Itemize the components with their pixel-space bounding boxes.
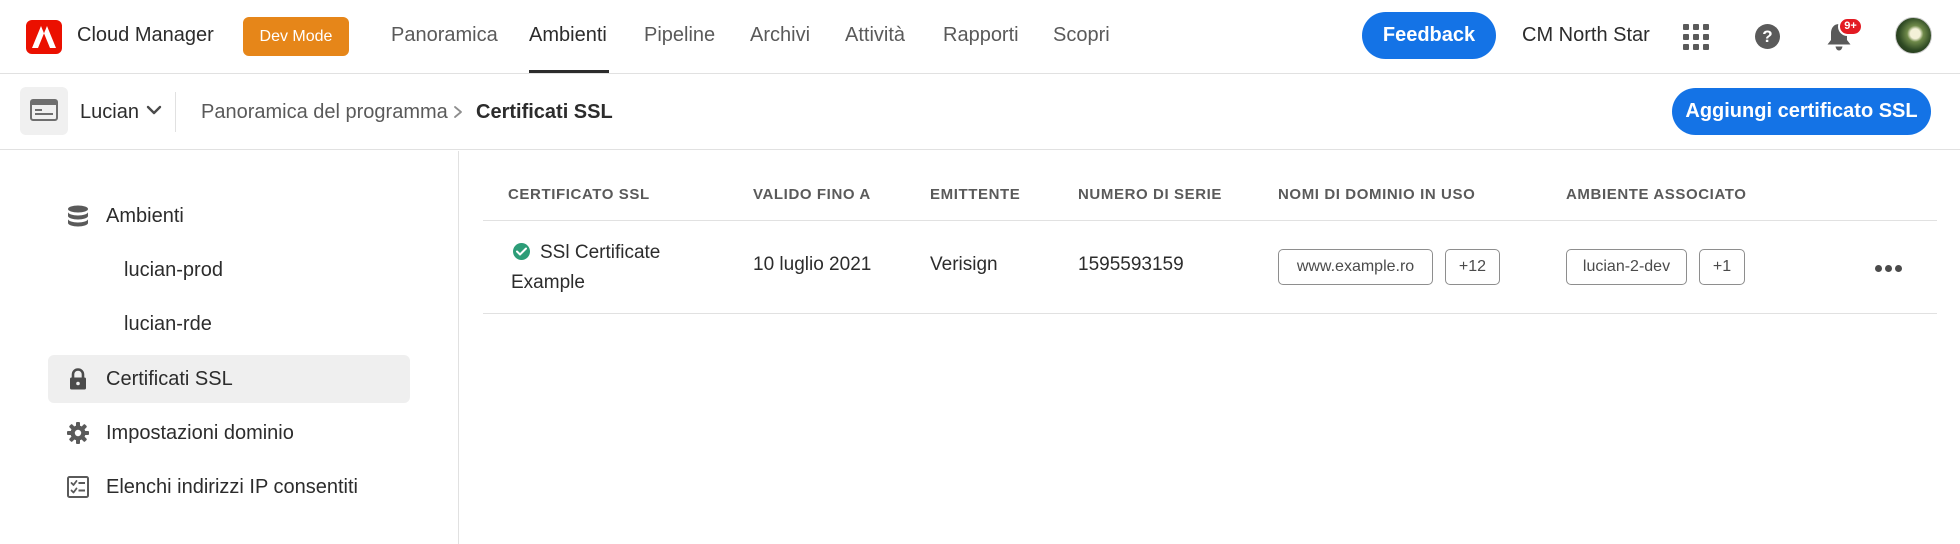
column-header-serial[interactable]: NUMERO DI SERIE: [1078, 186, 1222, 203]
sidebar-item-label: Certificati SSL: [106, 368, 233, 390]
tab-attivita[interactable]: Attività: [845, 24, 905, 47]
feedback-button[interactable]: Feedback: [1362, 12, 1496, 59]
domain-more-tag[interactable]: +12: [1445, 249, 1500, 285]
checklist-icon: [67, 476, 89, 498]
serial-number-value: 1595593159: [1078, 254, 1184, 275]
breadcrumb-program-overview[interactable]: Panoramica del programma: [201, 101, 448, 124]
sidebar-item-lucian-rde[interactable]: lucian-rde: [48, 300, 410, 348]
chevron-right-icon: [454, 106, 462, 118]
lock-icon: [70, 368, 86, 390]
tab-archivi[interactable]: Archivi: [750, 24, 810, 47]
tab-ambienti[interactable]: Ambienti: [529, 24, 607, 47]
column-header-issuer[interactable]: EMITTENTE: [930, 186, 1020, 203]
sidebar-item-label: Impostazioni dominio: [106, 422, 294, 444]
program-icon[interactable]: [20, 87, 68, 135]
divider: [175, 92, 176, 132]
tab-rapporti[interactable]: Rapporti: [943, 24, 1019, 47]
add-ssl-certificate-button[interactable]: Aggiungi certificato SSL: [1672, 88, 1931, 135]
notification-badge: 9+: [1838, 17, 1863, 36]
apps-grid-icon[interactable]: [1683, 24, 1709, 50]
column-header-environment[interactable]: AMBIENTE ASSOCIATO: [1566, 186, 1747, 203]
tab-pipeline[interactable]: Pipeline: [644, 24, 715, 47]
tab-panoramica[interactable]: Panoramica: [391, 24, 498, 47]
breadcrumb-current-page: Certificati SSL: [476, 101, 613, 123]
issuer-value: Verisign: [930, 254, 998, 275]
sidebar-item-label: Ambienti: [106, 205, 184, 227]
database-icon: [68, 205, 88, 227]
help-icon[interactable]: ?: [1755, 24, 1780, 49]
sidebar-item-label: lucian-prod: [124, 259, 223, 281]
chevron-down-icon[interactable]: [146, 104, 162, 116]
sidebar-item-lucian-prod[interactable]: lucian-prod: [48, 246, 410, 294]
certificate-name[interactable]: SSl Certificate Example: [511, 238, 671, 298]
app-name[interactable]: Cloud Manager: [77, 24, 214, 47]
sidebar-item-ssl-certificates[interactable]: Certificati SSL: [48, 355, 410, 403]
column-header-domains[interactable]: NOMI DI DOMINIO IN USO: [1278, 186, 1475, 203]
sidebar: Ambienti lucian-prod lucian-rde Certific…: [0, 151, 459, 544]
top-bar: Cloud Manager Dev Mode Panoramica Ambien…: [0, 0, 1960, 74]
column-header-certificate[interactable]: CERTIFICATO SSL: [508, 186, 650, 203]
domain-tag[interactable]: www.example.ro: [1278, 249, 1433, 285]
sidebar-item-label: Elenchi indirizzi IP consentiti: [106, 476, 358, 498]
avatar[interactable]: [1895, 17, 1932, 54]
sidebar-item-ip-allowlists[interactable]: Elenchi indirizzi IP consentiti: [48, 463, 410, 511]
active-tab-indicator: [529, 70, 609, 73]
more-actions-icon[interactable]: [1875, 265, 1903, 273]
adobe-logo-icon[interactable]: [26, 20, 62, 54]
sidebar-item-ambienti[interactable]: Ambienti: [48, 192, 410, 240]
program-selector[interactable]: Lucian: [80, 101, 139, 124]
gear-icon: [67, 422, 89, 444]
valid-until-value: 10 luglio 2021: [753, 254, 872, 275]
program-bar: Lucian Panoramica del programma Certific…: [0, 74, 1960, 150]
column-header-valid-until[interactable]: VALIDO FINO A: [753, 186, 871, 203]
sidebar-item-domain-settings[interactable]: Impostazioni dominio: [48, 409, 410, 457]
environment-more-tag[interactable]: +1: [1699, 249, 1745, 285]
tab-scopri[interactable]: Scopri: [1053, 24, 1110, 47]
sidebar-item-label: lucian-rde: [124, 313, 212, 335]
dev-mode-button[interactable]: Dev Mode: [243, 17, 349, 56]
table-row[interactable]: SSl Certificate Example 10 luglio 2021 V…: [483, 221, 1937, 314]
org-switcher[interactable]: CM North Star: [1522, 24, 1650, 47]
table-header: CERTIFICATO SSL VALIDO FINO A EMITTENTE …: [483, 170, 1937, 221]
environment-tag[interactable]: lucian-2-dev: [1566, 249, 1687, 285]
